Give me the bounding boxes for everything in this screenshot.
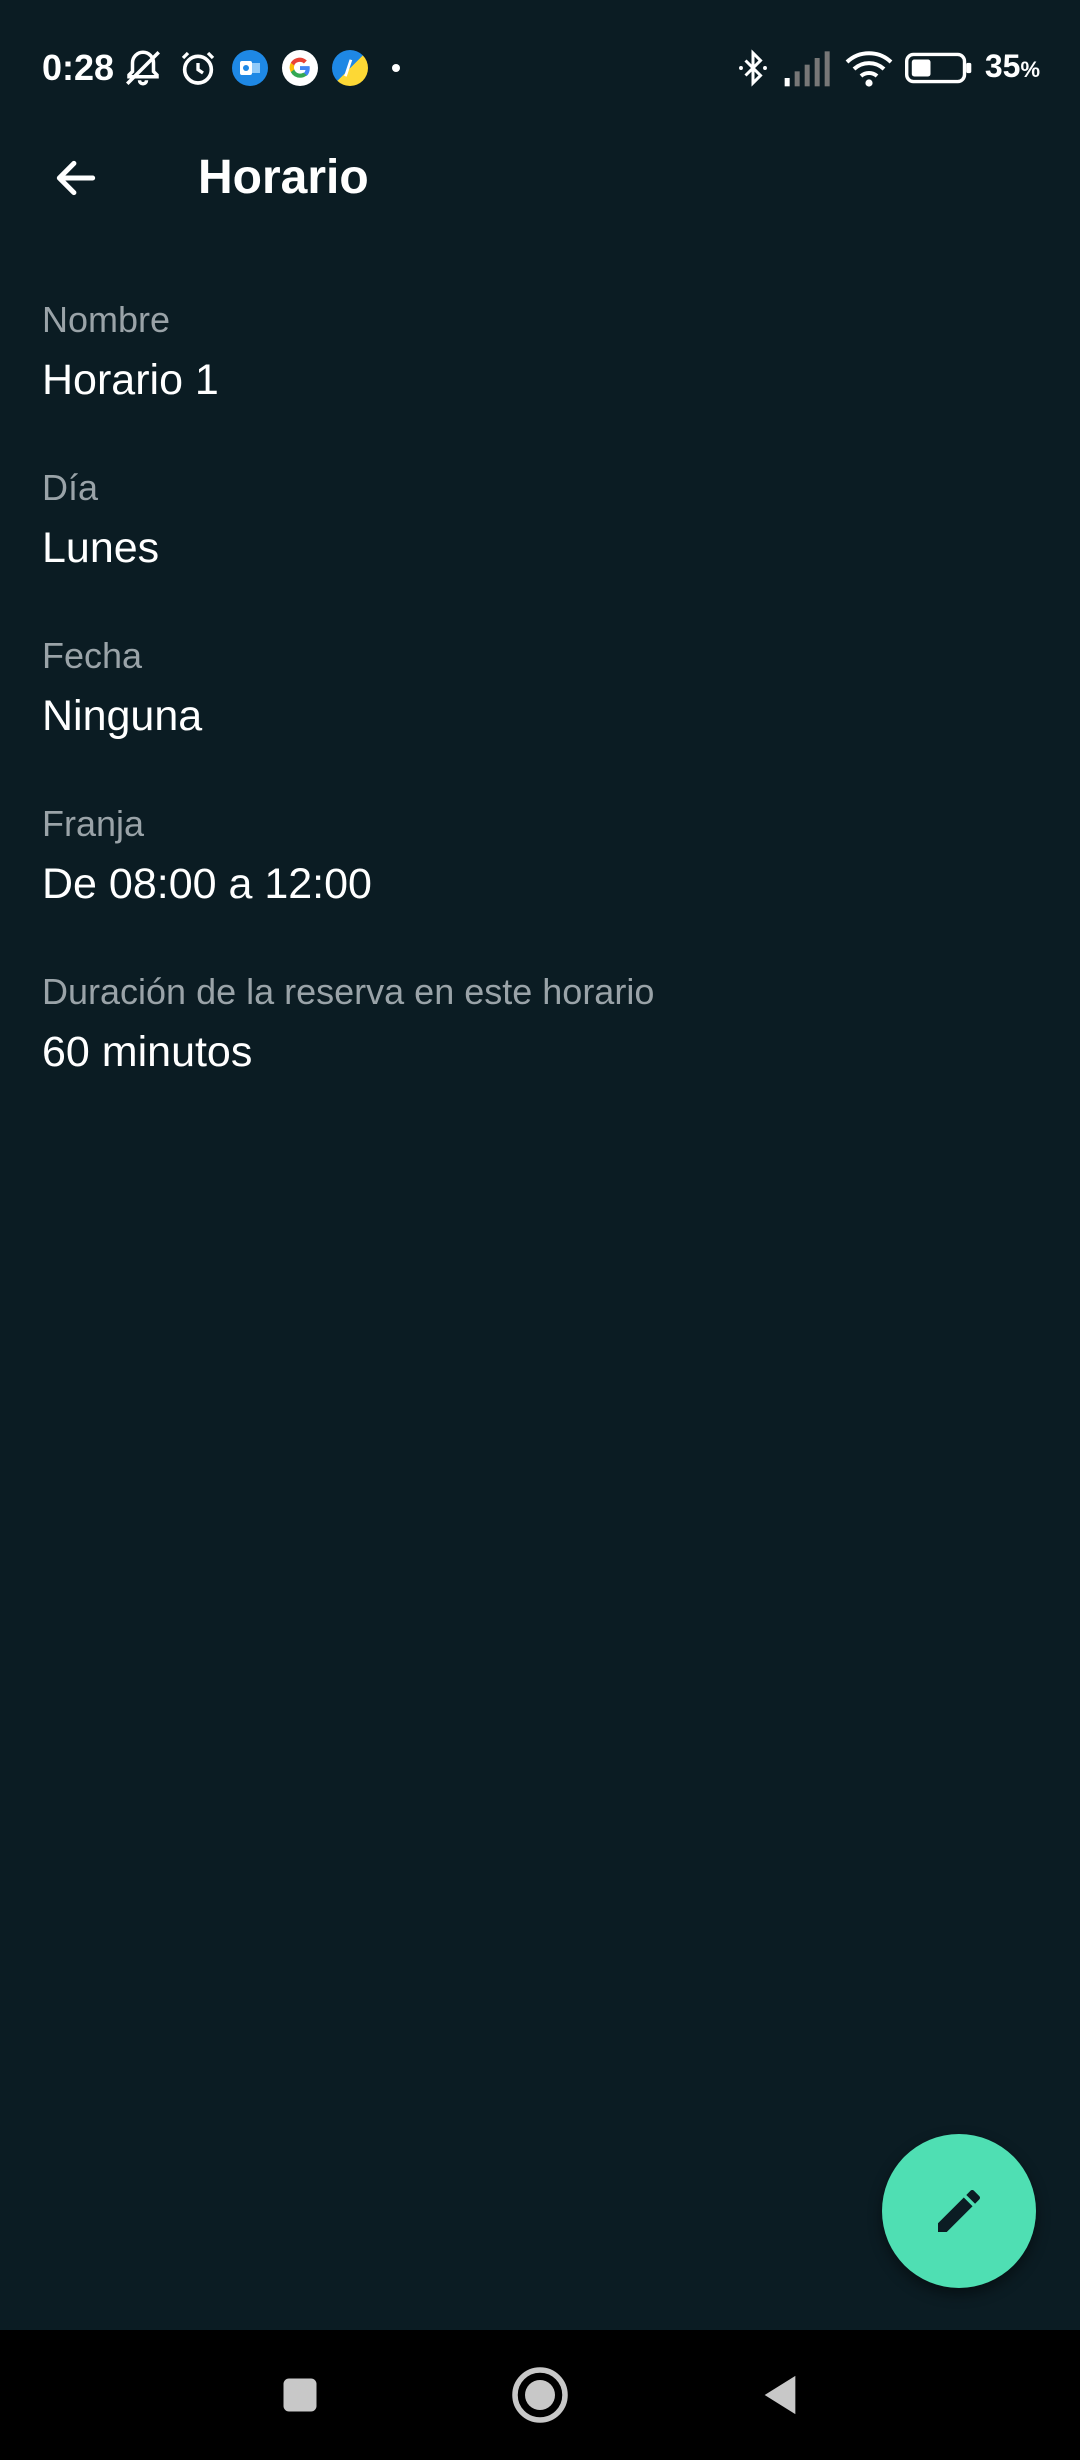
system-navigation-bar [0, 2330, 1080, 2460]
home-circle-icon [512, 2367, 568, 2423]
recents-square-icon [283, 2378, 317, 2412]
field-franja: Franja De 08:00 a 12:00 [42, 794, 1042, 962]
status-system-icons: 35% [735, 44, 1040, 92]
edit-button[interactable] [882, 2134, 1036, 2288]
home-button[interactable] [500, 2360, 580, 2430]
field-label: Franja [42, 803, 145, 844]
wifi-icon [845, 51, 893, 87]
signal-icon [784, 51, 830, 87]
back-button[interactable] [32, 142, 120, 214]
field-label: Duración de la reserva en este horario [42, 971, 655, 1012]
pencil-icon [938, 2189, 981, 2232]
field-duracion: Duración de la reserva en este horario 6… [42, 962, 1042, 1130]
field-value: De 08:00 a 12:00 [42, 860, 372, 908]
status-notification-icons [122, 44, 400, 92]
dot-icon [392, 64, 400, 72]
app-bar: Horario [0, 134, 1080, 222]
outlook-icon [232, 50, 268, 86]
arrow-left-icon [56, 160, 96, 196]
field-value: Lunes [42, 524, 160, 572]
field-label: Fecha [42, 635, 143, 676]
google-icon [282, 50, 318, 86]
field-value: Ninguna [42, 692, 203, 740]
page-title: Horario [198, 151, 369, 204]
alarm-icon [181, 51, 215, 85]
back-triangle-icon [764, 2375, 796, 2415]
field-nombre: Nombre Horario 1 [42, 290, 1042, 458]
field-dia: Día Lunes [42, 458, 1042, 626]
field-label: Día [42, 467, 99, 508]
status-bar: 0:28 35% [0, 0, 1080, 134]
field-value: Horario 1 [42, 356, 219, 404]
app-icon [332, 50, 368, 86]
back-nav-button[interactable] [740, 2360, 820, 2430]
field-label: Nombre [42, 299, 171, 340]
bell-off-icon [126, 50, 160, 86]
field-value: 60 minutos [42, 1028, 253, 1076]
status-time: 0:28 [42, 47, 115, 88]
battery-percentage: 35% [984, 48, 1040, 84]
recents-button[interactable] [260, 2360, 340, 2430]
bluetooth-icon [738, 49, 767, 87]
schedule-details: Nombre Horario 1 Día Lunes Fecha Ninguna… [42, 290, 1042, 1130]
battery-icon [904, 52, 972, 84]
field-fecha: Fecha Ninguna [42, 626, 1042, 794]
schedule-detail-screen: 0:28 35% Horario Nombre Horario 1 Día Lu… [0, 0, 1080, 2460]
